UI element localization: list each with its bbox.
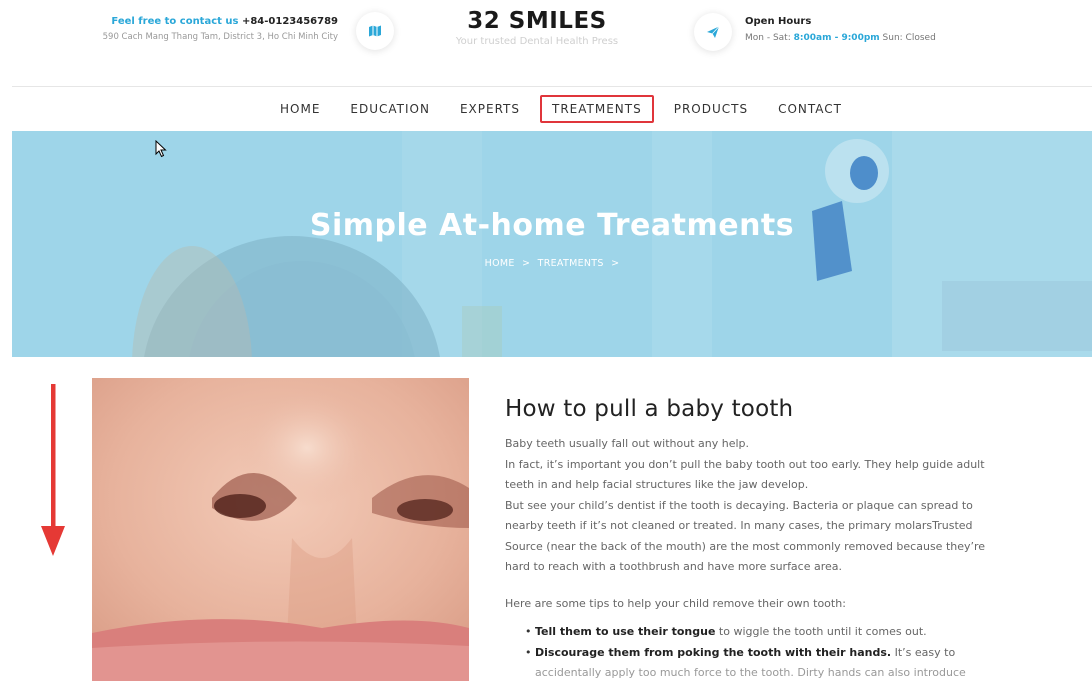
breadcrumb-home[interactable]: HOME [485, 258, 515, 269]
breadcrumb-separator: > [611, 258, 620, 269]
breadcrumb-current[interactable]: TREATMENTS [538, 258, 604, 269]
article-body: How to pull a baby tooth Baby teeth usua… [505, 396, 1005, 681]
nav-experts[interactable]: EXPERTS [450, 97, 530, 121]
article-paragraph: Here are some tips to help your child re… [505, 596, 846, 610]
hours-title: Open Hours [745, 16, 812, 27]
tip-text: It’s easy to [891, 645, 956, 659]
nav-home[interactable]: HOME [270, 97, 330, 121]
tips-list: Tell them to use their tongue to wiggle … [525, 622, 1005, 663]
annotation-down-arrow-icon [41, 384, 65, 556]
hero-title: Simple At-home Treatments [309, 208, 795, 243]
mouse-pointer-icon [155, 140, 167, 158]
contact-line: Feel free to contact us +84-0123456789 [103, 16, 338, 27]
contact-label: Feel free to contact us [111, 16, 239, 27]
site-brand[interactable]: 32 SMILES Your trusted Dental Health Pre… [432, 8, 642, 47]
paper-plane-icon [694, 13, 732, 51]
article-paragraph: In fact, it’s important you don’t pull t… [505, 457, 985, 492]
main-nav: HOME EDUCATION EXPERTS TREATMENTS PRODUC… [270, 95, 862, 123]
tip-bold: Discourage them from poking the tooth wi… [535, 645, 892, 659]
header-divider [12, 86, 1092, 87]
hours-prefix: Mon - Sat: [745, 33, 791, 43]
breadcrumb: HOME > TREATMENTS > [12, 258, 1092, 269]
hours-time: 8:00am - 9:00pm [793, 33, 880, 43]
brand-tagline: Your trusted Dental Health Press [455, 36, 619, 47]
article-image [92, 378, 469, 681]
article-title: How to pull a baby tooth [505, 396, 794, 422]
contact-address: 590 Cach Mang Thang Tam, District 3, Ho … [102, 32, 338, 42]
nav-contact[interactable]: CONTACT [768, 97, 852, 121]
tip-text: to wiggle the tooth until it comes out. [715, 625, 927, 638]
nav-treatments[interactable]: TREATMENTS [540, 95, 654, 123]
list-item: Discourage them from poking the tooth wi… [525, 643, 1005, 664]
tip-bold: Tell them to use their tongue [535, 625, 716, 638]
article-paragraph: But see your child’s dentist if the toot… [505, 498, 986, 574]
breadcrumb-separator: > [522, 258, 531, 269]
hours-line: Mon - Sat: 8:00am - 9:00pm Sun: Closed [745, 33, 936, 43]
map-icon [356, 12, 394, 50]
nav-products[interactable]: PRODUCTS [664, 97, 758, 121]
hero-background-image [12, 131, 1092, 357]
nav-education[interactable]: EDUCATION [340, 97, 440, 121]
open-hours: Open Hours Mon - Sat: 8:00am - 9:00pm Su… [745, 16, 936, 43]
hero-banner: Simple At-home Treatments HOME > TREATME… [12, 131, 1092, 357]
article-paragraph: Baby teeth usually fall out without any … [505, 437, 750, 450]
article-cutoff-line: accidentally apply too much force to the… [535, 666, 966, 679]
brand-title[interactable]: 32 SMILES [432, 8, 642, 34]
header-contact: Feel free to contact us +84-0123456789 5… [103, 16, 338, 42]
hours-suffix: Sun: Closed [882, 33, 936, 43]
list-item: Tell them to use their tongue to wiggle … [525, 622, 1005, 643]
contact-phone[interactable]: +84-0123456789 [242, 16, 338, 27]
